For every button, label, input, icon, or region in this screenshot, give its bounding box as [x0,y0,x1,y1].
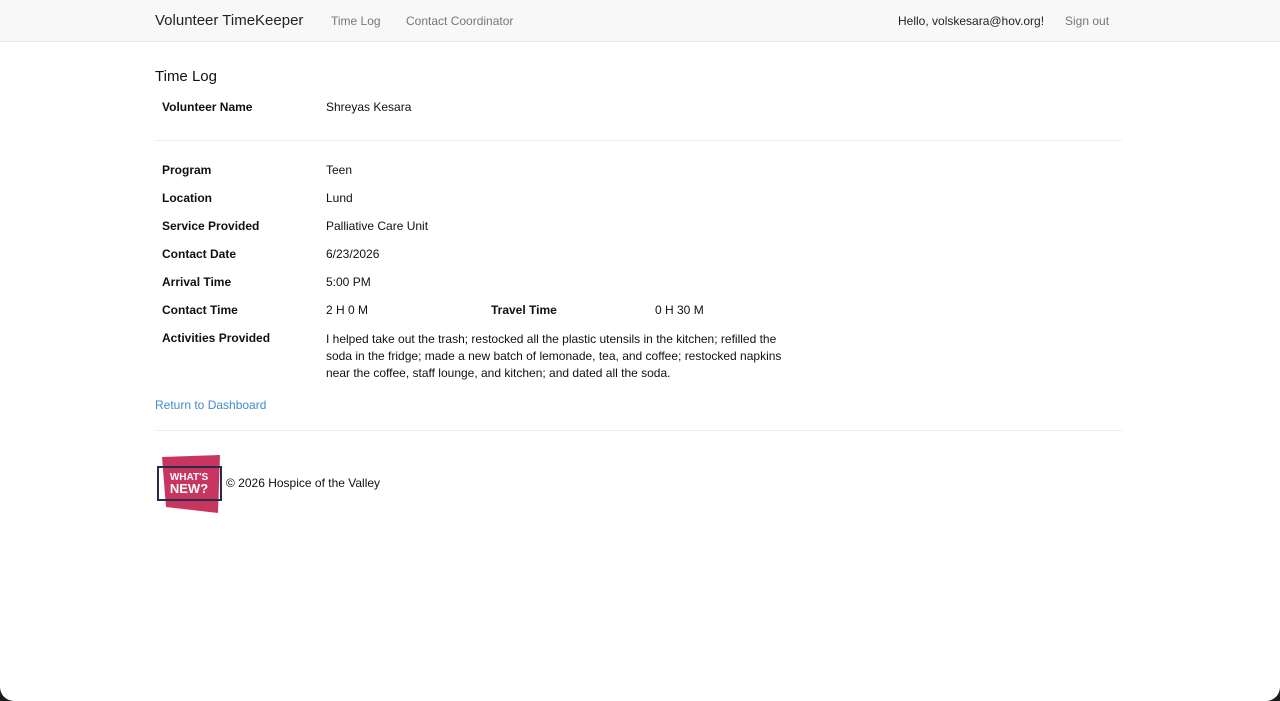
top-navbar: Volunteer TimeKeeper Time Log Contact Co… [0,0,1280,42]
contact-time-label: Contact Time [162,303,238,317]
return-to-dashboard-link[interactable]: Return to Dashboard [155,398,266,412]
contact-date-value: 6/23/2026 [326,247,380,261]
location-value: Lund [326,191,353,205]
sign-out-link[interactable]: Sign out [1065,14,1109,28]
page-title: Time Log [155,68,217,85]
service-provided-label: Service Provided [162,219,260,233]
app-brand[interactable]: Volunteer TimeKeeper [155,12,303,30]
logo-text-new: NEW? [170,481,208,496]
user-greeting[interactable]: Hello, volskesara@hov.org! [898,14,1044,28]
activities-provided-label: Activities Provided [162,331,271,345]
service-provided-value: Palliative Care Unit [326,219,429,233]
contact-time-value: 2 H 0 M [326,303,369,317]
footer-divider [155,430,1122,431]
nav-link-contact-coordinator[interactable]: Contact Coordinator [406,14,513,28]
activities-provided-value: I helped take out the trash; restocked a… [326,332,782,380]
travel-time-value: 0 H 30 M [655,303,704,317]
browser-window: Volunteer TimeKeeper Time Log Contact Co… [0,0,1280,701]
volunteer-name-label: Volunteer Name [162,100,253,114]
whats-new-logo[interactable]: WHAT'S NEW? [156,455,224,515]
arrival-time-label: Arrival Time [162,275,232,289]
volunteer-name-value: Shreyas Kesara [326,100,412,114]
arrival-time-value: 5:00 PM [326,275,371,289]
contact-date-label: Contact Date [162,247,237,261]
travel-time-label: Travel Time [491,303,557,317]
program-label: Program [162,163,212,177]
location-label: Location [162,191,212,205]
footer-copyright: © 2026 Hospice of the Valley [226,476,381,490]
section-divider [155,140,1122,141]
nav-link-time-log[interactable]: Time Log [331,14,381,28]
program-value: Teen [326,163,353,177]
